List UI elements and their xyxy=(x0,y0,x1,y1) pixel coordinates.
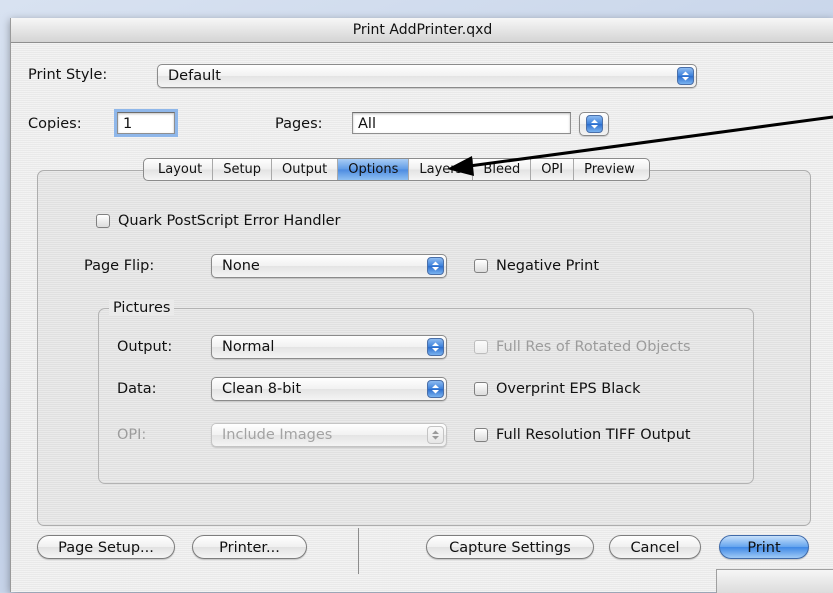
background-window-fragment xyxy=(716,569,833,593)
pages-field[interactable]: All xyxy=(352,112,571,134)
pictures-opi-value: Include Images xyxy=(222,427,333,443)
full-res-rotated-checkbox xyxy=(474,340,488,354)
pictures-group-title: Pictures xyxy=(109,300,175,316)
window-title: Print AddPrinter.qxd xyxy=(11,18,833,43)
overprint-eps-label: Overprint EPS Black xyxy=(496,381,641,397)
overprint-eps-checkbox[interactable] xyxy=(474,382,488,396)
tab-layout[interactable]: Layout xyxy=(144,159,212,180)
printer-button[interactable]: Printer... xyxy=(192,535,307,559)
tab-layers[interactable]: Layers xyxy=(408,159,472,180)
popup-arrows-icon xyxy=(427,257,444,275)
pictures-data-value: Clean 8-bit xyxy=(222,381,302,397)
print-style-popup[interactable]: Default xyxy=(157,64,697,88)
tab-output[interactable]: Output xyxy=(271,159,337,180)
tab-opi[interactable]: OPI xyxy=(530,159,573,180)
tab-preview[interactable]: Preview xyxy=(573,159,649,180)
full-res-tiff-checkbox[interactable] xyxy=(474,428,488,442)
page-flip-value: None xyxy=(222,258,260,274)
page-flip-label: Page Flip: xyxy=(84,258,155,274)
pictures-data-popup[interactable]: Clean 8-bit xyxy=(211,377,447,401)
pages-popup[interactable] xyxy=(579,112,609,136)
page-flip-popup[interactable]: None xyxy=(211,254,447,278)
print-button[interactable]: Print xyxy=(719,535,809,559)
pages-label: Pages: xyxy=(275,116,323,132)
error-handler-checkbox[interactable] xyxy=(96,214,110,228)
popup-arrows-icon xyxy=(427,380,444,398)
tab-options[interactable]: Options xyxy=(337,159,409,180)
pictures-output-popup[interactable]: Normal xyxy=(211,335,447,359)
pictures-opi-label: OPI: xyxy=(117,427,147,443)
tab-setup[interactable]: Setup xyxy=(212,159,271,180)
negative-print-label: Negative Print xyxy=(496,258,600,274)
tab-bleed[interactable]: Bleed xyxy=(472,159,530,180)
popup-arrows-icon xyxy=(427,338,444,356)
capture-settings-button[interactable]: Capture Settings xyxy=(426,535,594,559)
print-dialog: Print AddPrinter.qxd Print Style: Defaul… xyxy=(10,18,833,592)
pictures-opi-popup: Include Images xyxy=(211,423,447,447)
page-setup-button[interactable]: Page Setup... xyxy=(37,535,175,559)
cancel-button[interactable]: Cancel xyxy=(609,535,701,559)
button-divider xyxy=(358,528,359,574)
pictures-output-label: Output: xyxy=(117,339,173,355)
popup-arrows-icon xyxy=(427,426,444,444)
pictures-data-label: Data: xyxy=(117,381,157,397)
copies-label: Copies: xyxy=(28,116,82,132)
print-style-value: Default xyxy=(168,68,221,84)
error-handler-label: Quark PostScript Error Handler xyxy=(118,213,341,229)
popup-arrows-icon xyxy=(586,115,603,133)
print-style-label: Print Style: xyxy=(28,67,108,83)
pictures-output-value: Normal xyxy=(222,339,275,355)
negative-print-checkbox[interactable] xyxy=(474,259,488,273)
tab-bar: Layout Setup Output Options Layers Bleed… xyxy=(143,158,650,181)
copies-field[interactable]: 1 xyxy=(117,112,175,134)
full-res-rotated-label: Full Res of Rotated Objects xyxy=(496,339,691,355)
popup-arrows-icon xyxy=(677,67,694,85)
full-res-tiff-label: Full Resolution TIFF Output xyxy=(496,427,691,443)
